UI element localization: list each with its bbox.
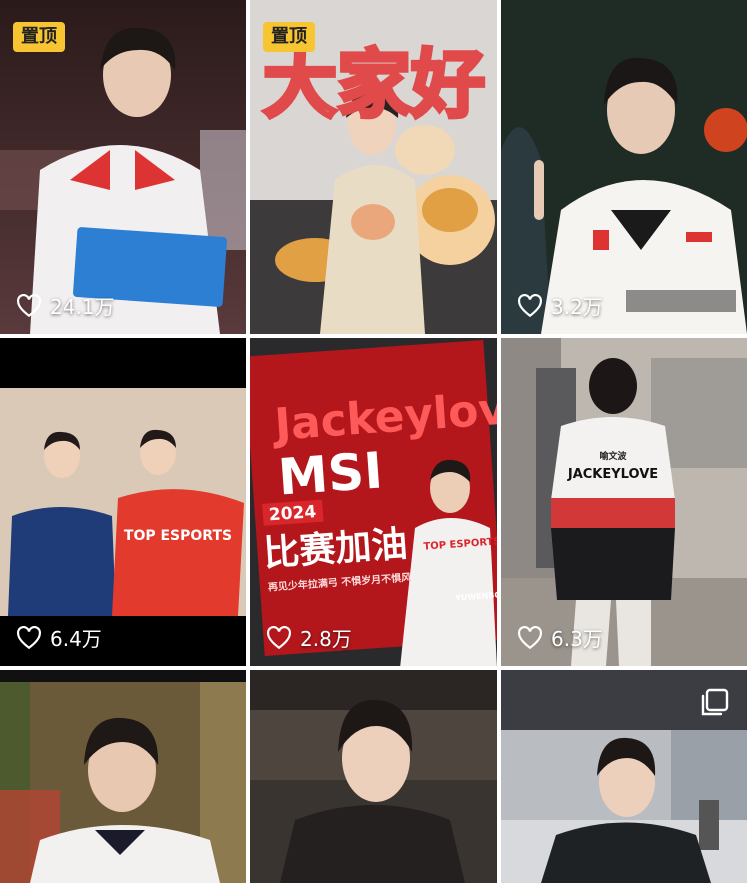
video-tile-2[interactable]: 大家好 置顶 <box>250 0 497 334</box>
video-tile-9[interactable] <box>501 670 747 883</box>
video-tile-1[interactable]: 置顶 24.1万 <box>0 0 246 334</box>
video-tile-7[interactable] <box>0 670 246 883</box>
video-tile-6[interactable]: 喻文波 JACKEYLOVE 6.3万 <box>501 338 747 666</box>
like-count: 3.2万 <box>517 291 603 320</box>
jersey-name-cn: 喻文波 <box>599 450 627 462</box>
like-count-text: 24.1万 <box>50 295 115 319</box>
video-tile-4[interactable]: TOP ESPORTS 6.4万 <box>0 338 246 666</box>
poster-event: MSI <box>276 441 384 506</box>
msi-poster: Jackeylove MSI 2024 比赛加油 再见少年拉满弓 不惧岁月不惧风… <box>262 381 497 603</box>
tile-7-thumbnail <box>0 670 246 883</box>
like-count: 2.8万 <box>266 623 352 652</box>
poster-tag: YUWENBO <box>454 590 497 602</box>
poster-subtitle: 再见少年拉满弓 不惧岁月不惧风 <box>268 571 412 594</box>
heart-outline-icon <box>17 625 41 649</box>
like-count: 6.3万 <box>517 623 603 652</box>
like-count-text: 6.3万 <box>551 627 603 651</box>
video-tile-5[interactable]: Jackeylove MSI 2024 比赛加油 再见少年拉满弓 不惧岁月不惧风… <box>250 338 497 666</box>
video-grid: 置顶 24.1万 大家好 置顶 3.2万 TOP ESPORTS 6.4万 Ja… <box>0 0 747 883</box>
tile-6-thumbnail: 喻文波 JACKEYLOVE <box>501 338 747 666</box>
like-count: 24.1万 <box>16 291 115 320</box>
like-count-text: 2.8万 <box>300 627 352 651</box>
heart-outline-icon <box>518 625 542 649</box>
headline-text: 大家好 <box>263 42 485 128</box>
poster-team: TOP ESPORTS <box>423 536 497 552</box>
jersey-name: JACKEYLOVE <box>567 467 658 482</box>
tile-4-thumbnail: TOP ESPORTS <box>0 338 246 666</box>
poster-year: 2024 <box>268 502 317 525</box>
video-tile-8[interactable] <box>250 670 497 883</box>
pinned-badge: 置顶 <box>13 22 65 52</box>
tile-3-thumbnail <box>501 0 747 334</box>
multi-image-icon <box>701 688 729 716</box>
heart-outline-icon <box>17 293 41 317</box>
like-count: 6.4万 <box>16 623 102 652</box>
shirt-text: TOP ESPORTS <box>124 528 232 544</box>
video-tile-3[interactable]: 3.2万 <box>501 0 747 334</box>
tile-8-thumbnail <box>250 670 497 883</box>
heart-outline-icon <box>518 293 542 317</box>
poster-name: Jackeylove <box>270 381 497 450</box>
like-count-text: 3.2万 <box>551 295 603 319</box>
like-count-text: 6.4万 <box>50 627 102 651</box>
poster-slogan: 比赛加油 <box>262 524 409 575</box>
pinned-badge: 置顶 <box>263 22 315 52</box>
heart-outline-icon <box>267 625 291 649</box>
